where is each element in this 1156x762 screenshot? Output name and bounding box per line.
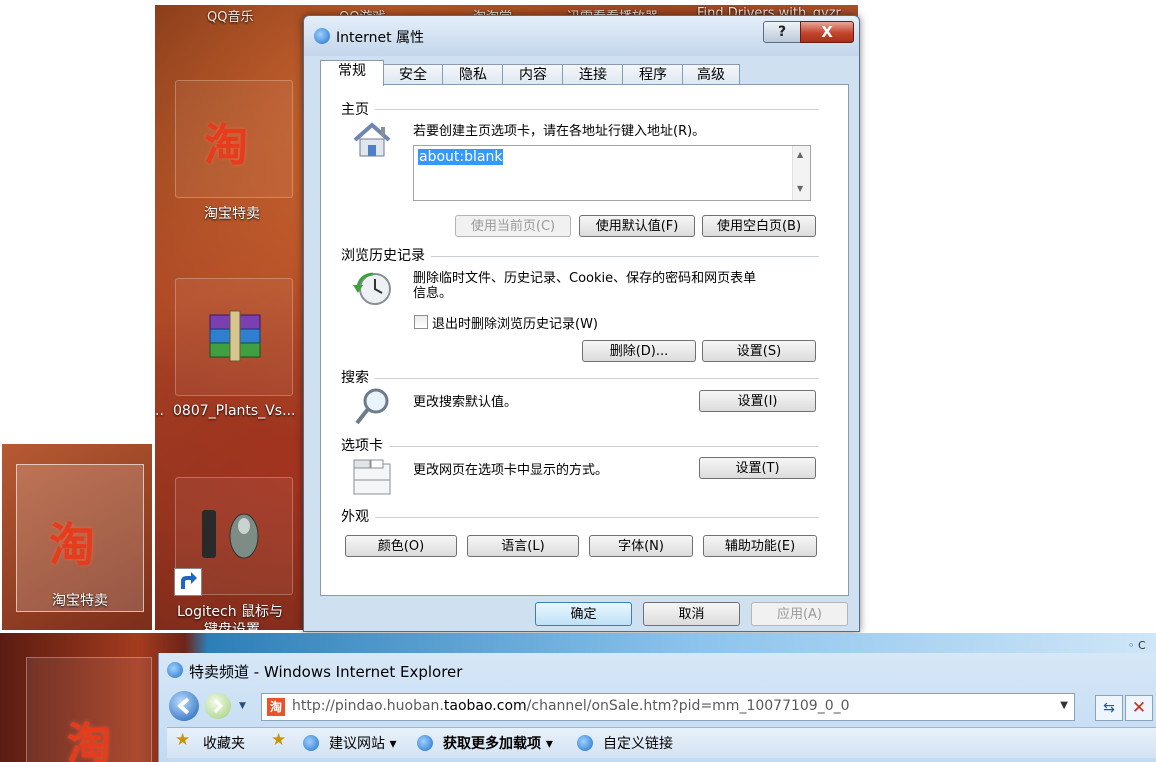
tab-programs[interactable]: 程序	[622, 64, 684, 85]
home-page-address-value: about:blank	[418, 149, 504, 165]
desktop-icon-logitech[interactable]	[174, 477, 293, 596]
address-scrollbar[interactable]: ▲ ▼	[792, 146, 810, 200]
favorites-star-icon[interactable]: ★	[175, 730, 190, 750]
desktop-icon-taobao[interactable]: 淘	[175, 80, 293, 198]
tabs-window-icon	[353, 459, 391, 495]
customize-links-link[interactable]: 自定义链接	[603, 733, 673, 753]
appearance-section-title: 外观	[341, 506, 375, 526]
home-instruction: 若要创建主页选项卡，请在各地址行键入地址(R)。	[413, 124, 706, 139]
magnifier-icon	[355, 388, 389, 425]
use-current-button[interactable]: 使用当前页(C)	[455, 215, 571, 237]
taobao-logo-icon: 淘	[204, 120, 248, 171]
fonts-button[interactable]: 字体(N)	[589, 535, 693, 557]
taobao-logo-icon: 淘	[49, 518, 95, 572]
tab-general[interactable]: 常规	[320, 60, 384, 86]
cancel-button[interactable]: 取消	[643, 602, 740, 626]
delete-history-button[interactable]: 删除(D)...	[582, 340, 696, 362]
section-divider	[341, 517, 819, 518]
desktop-icon-label: 淘宝特卖	[204, 206, 260, 222]
corner-indicator: ◦ C	[1128, 639, 1146, 652]
get-more-addons-link[interactable]: 获取更多加载项 ▾	[443, 733, 553, 753]
use-blank-button[interactable]: 使用空白页(B)	[702, 215, 816, 237]
shortcut-arrow-icon	[174, 568, 202, 596]
ie-logo-icon	[314, 28, 330, 44]
forward-button[interactable]	[205, 693, 231, 719]
ie-logo-icon	[167, 662, 183, 678]
desktop-icon-label: 键盘设置	[204, 622, 260, 630]
home-section-title: 主页	[341, 99, 375, 119]
section-divider	[341, 378, 819, 379]
accessibility-button[interactable]: 辅助功能(E)	[703, 535, 817, 557]
tabs-settings-button[interactable]: 设置(T)	[699, 457, 816, 479]
back-arrow-icon	[176, 697, 190, 715]
tabs-section-title: 选项卡	[341, 435, 389, 455]
history-dropdown-icon[interactable]: ▼	[239, 701, 246, 711]
history-settings-button[interactable]: 设置(S)	[702, 340, 816, 362]
back-button[interactable]	[169, 691, 199, 721]
address-url: http://pindao.huoban.taobao.com/channel/…	[292, 698, 850, 714]
desktop-icon-taobao-selected[interactable]: 淘 淘宝特卖	[16, 464, 144, 612]
home-page-address-field[interactable]: about:blank ▲ ▼	[413, 145, 811, 201]
search-section-title: 搜索	[341, 367, 375, 387]
help-button[interactable]: ?	[763, 21, 801, 43]
desktop-icon-taobao[interactable]: 淘	[26, 657, 152, 762]
history-description-line1: 删除临时文件、历史记录、Cookie、保存的密码和网页表单	[413, 271, 757, 286]
desktop-label-qqmusic[interactable]: QQ音乐	[207, 6, 253, 25]
history-clock-icon	[353, 272, 391, 305]
history-description-line2: 信息。	[413, 286, 453, 301]
refresh-icon[interactable]: ⇆	[1095, 695, 1123, 721]
stop-icon[interactable]: ✕	[1125, 695, 1153, 721]
ie-logo-icon	[577, 735, 593, 751]
history-section-title: 浏览历史记录	[341, 245, 431, 265]
winrar-archive-icon	[209, 310, 261, 362]
browser-title: 特卖频道 - Windows Internet Explorer	[189, 663, 463, 681]
section-divider	[341, 446, 819, 447]
search-description: 更改搜索默认值。	[413, 395, 518, 410]
internet-options-dialog: Internet 属性 ? X 常规 安全 隐私 内容 连接 程序 高级 主页 …	[303, 15, 860, 632]
ie-logo-icon	[303, 735, 319, 751]
favorites-button[interactable]: 收藏夹	[203, 733, 245, 753]
tab-privacy[interactable]: 隐私	[442, 64, 504, 85]
close-button[interactable]: X	[800, 21, 854, 43]
truncated-mark: ..	[155, 403, 164, 419]
address-dropdown-icon[interactable]: ▼	[1060, 700, 1068, 711]
site-favicon-icon: 淘	[267, 698, 285, 716]
ie-browser-window: 淘 ◦ C 特卖频道 - Windows Internet Explorer ▼…	[0, 633, 1156, 762]
search-settings-button[interactable]: 设置(I)	[699, 390, 816, 412]
forward-arrow-icon	[213, 698, 224, 714]
dialog-titlebar[interactable]: Internet 属性 ? X	[304, 16, 859, 56]
taobao-logo-icon: 淘	[67, 719, 111, 762]
ok-button[interactable]: 确定	[535, 602, 632, 626]
desktop-icon-label: 淘宝特卖	[52, 593, 108, 609]
tab-content[interactable]: 内容	[502, 64, 564, 85]
apply-button[interactable]: 应用(A)	[751, 602, 848, 626]
scroll-up-icon[interactable]: ▲	[797, 150, 803, 159]
delete-on-exit-label[interactable]: 退出时删除浏览历史记录(W)	[432, 313, 598, 332]
ie-logo-icon	[417, 735, 433, 751]
tab-connections[interactable]: 连接	[562, 64, 624, 85]
dialog-title: Internet 属性	[336, 30, 425, 46]
use-default-button[interactable]: 使用默认值(F)	[579, 215, 695, 237]
general-tab-panel: 主页 若要创建主页选项卡，请在各地址行键入地址(R)。 about:blank …	[320, 84, 849, 596]
tab-advanced[interactable]: 高级	[682, 64, 740, 85]
ie-frame: 特卖频道 - Windows Internet Explorer ▼ 淘 htt…	[158, 653, 1156, 762]
suggested-sites-link[interactable]: 建议网站 ▾	[329, 733, 396, 753]
section-divider	[341, 109, 819, 110]
add-favorite-star-icon[interactable]: ★	[271, 730, 286, 750]
desktop-icon-label: 0807_Plants_Vs...	[173, 403, 296, 419]
delete-on-exit-checkbox[interactable]	[414, 315, 428, 329]
address-bar[interactable]: 淘 http://pindao.huoban.taobao.com/channe…	[261, 693, 1075, 721]
scroll-down-icon[interactable]: ▼	[797, 184, 803, 193]
tabs-description: 更改网页在选项卡中显示的方式。	[413, 463, 609, 478]
tab-security[interactable]: 安全	[382, 64, 444, 85]
colors-button[interactable]: 颜色(O)	[345, 535, 457, 557]
desktop-icon-label: Logitech 鼠标与	[177, 604, 284, 620]
desktop-crop-left: 淘 淘宝特卖	[2, 444, 152, 630]
house-icon	[353, 122, 391, 157]
languages-button[interactable]: 语言(L)	[467, 535, 579, 557]
desktop-icon-winrar[interactable]	[175, 278, 293, 396]
